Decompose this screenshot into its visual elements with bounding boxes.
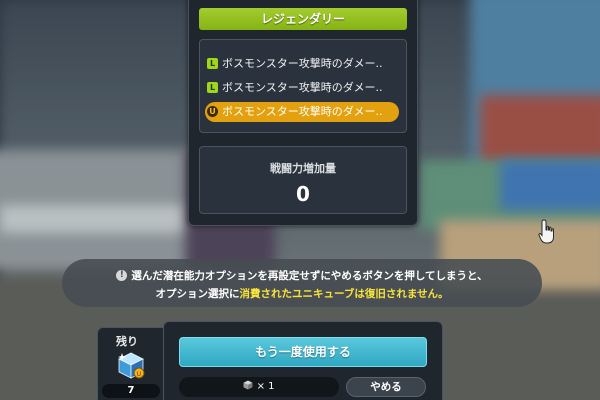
- grade-label: レジェンダリー: [199, 8, 407, 30]
- quit-button[interactable]: やめる: [346, 377, 426, 397]
- remaining-label: 残り: [116, 335, 138, 348]
- warning-text-1: 選んだ潜在能力オプションを再設定せずにやめるボタンを押してしまうと、: [131, 270, 488, 282]
- potential-result-popup: レジェンダリー L ボスモンスター攻撃時のダメー.. L ボスモンスター攻撃時のダメ…: [188, 0, 418, 226]
- option-line-2: L ボスモンスター攻撃時のダメー..: [205, 78, 399, 98]
- exclamation-icon: !: [116, 269, 128, 281]
- warning-banner: ! 選んだ潜在能力オプションを再設定せずにやめるボタンを押してしまうと、 オプショ…: [62, 259, 542, 307]
- option-text: ボスモンスター攻撃時のダメー..: [222, 81, 383, 94]
- warning-line-2: オプション選択に消費されたユニキューブは復旧されません。: [62, 286, 542, 301]
- option-text: ボスモンスター攻撃時のダメー..: [222, 105, 383, 118]
- legendary-badge-icon: L: [207, 81, 218, 93]
- option-list: L ボスモンスター攻撃時のダメー.. L ボスモンスター攻撃時のダメー.. U ボスモ…: [199, 39, 407, 133]
- option-text: ボスモンスター攻撃時のダメー..: [222, 57, 383, 70]
- option-line-3-selected[interactable]: U ボスモンスター攻撃時のダメー..: [205, 102, 399, 122]
- use-again-button[interactable]: もう一度使用する: [179, 337, 427, 367]
- combat-power-value: 0: [296, 182, 310, 206]
- cube-icon: [243, 380, 253, 390]
- unique-badge-icon: U: [207, 105, 218, 117]
- legendary-badge-icon: L: [207, 57, 218, 69]
- combat-power-label: 戦闘力増加量: [270, 162, 336, 175]
- remaining-panel: 残り U 7: [97, 327, 167, 400]
- warning-line-1: ! 選んだ潜在能力オプションを再設定せずにやめるボタンを押してしまうと、: [62, 268, 542, 283]
- cube-cost: × 1: [179, 377, 339, 397]
- svg-text:U: U: [137, 371, 141, 378]
- combat-power-box: 戦闘力増加量 0: [199, 146, 407, 214]
- action-panel: もう一度使用する × 1 やめる: [163, 321, 443, 400]
- warning-text-2: オプション選択に: [155, 288, 240, 300]
- hand-cursor-icon: [538, 219, 554, 244]
- cube-cost-text: × 1: [256, 381, 275, 392]
- warning-highlight: 消費されたユニキューブは復旧されません。: [239, 288, 449, 300]
- option-line-1: L ボスモンスター攻撃時のダメー..: [205, 54, 399, 74]
- remaining-count: 7: [102, 384, 160, 398]
- unicube-icon: U: [118, 352, 145, 379]
